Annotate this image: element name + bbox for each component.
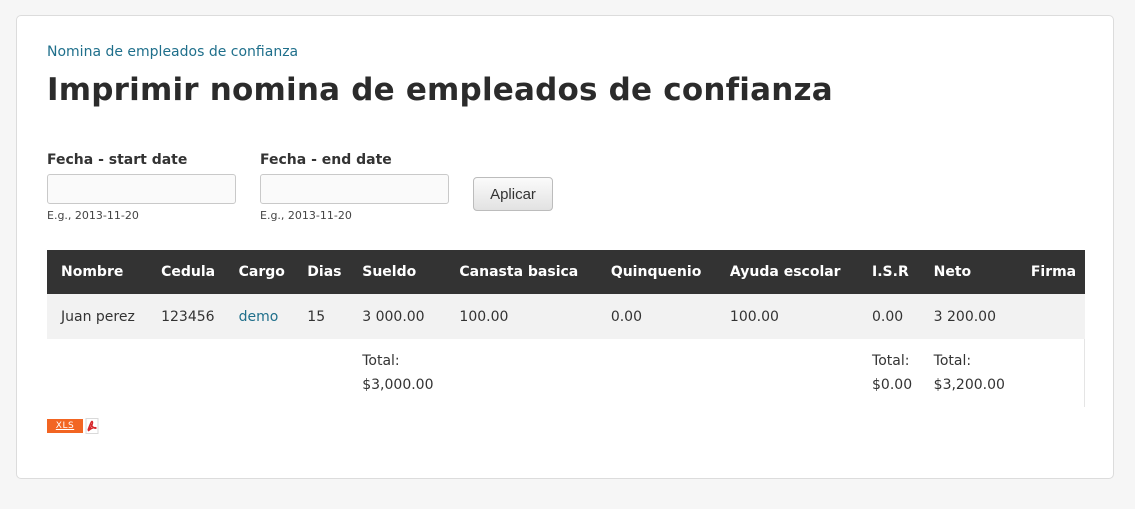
cell-sueldo: 3 000.00 bbox=[362, 308, 425, 325]
column-header-firma[interactable]: Firma bbox=[1017, 250, 1085, 294]
cell-cargo: demo bbox=[225, 294, 294, 339]
start-date-input[interactable] bbox=[47, 174, 236, 204]
start-date-hint: E.g., 2013-11-20 bbox=[47, 209, 139, 222]
cell-cedula: 123456 bbox=[161, 308, 215, 325]
cell-nombre: Juan perez bbox=[61, 308, 135, 325]
total-label: Total: bbox=[933, 353, 972, 369]
total-sueldo: Total: $3,000.00 bbox=[348, 339, 445, 407]
end-date-label: Fecha - end date bbox=[260, 152, 392, 168]
cell-neto: 3 200.00 bbox=[933, 308, 996, 325]
cell-isr: 0.00 bbox=[872, 308, 904, 325]
cell-quinquenio: 0.00 bbox=[610, 308, 642, 325]
column-header-dias[interactable]: Dias bbox=[293, 250, 348, 294]
export-links: XLS bbox=[47, 418, 99, 434]
breadcrumb[interactable]: Nomina de empleados de confianza bbox=[47, 44, 298, 60]
totals-row: Total: $3,000.00 Total: $0.00 Total: $3,200… bbox=[47, 339, 1085, 407]
table-row: Juan perez 123456 demo 15 3 000.00 100.0… bbox=[47, 294, 1085, 339]
column-header-cargo[interactable]: Cargo bbox=[225, 250, 294, 294]
end-date-field: Fecha - end date E.g., 2013-11-20 bbox=[260, 152, 449, 222]
total-sueldo-value: $3,000.00 bbox=[362, 377, 434, 393]
column-header-nombre[interactable]: Nombre bbox=[47, 250, 147, 294]
column-header-isr[interactable]: I.S.R bbox=[858, 250, 920, 294]
column-header-cedula[interactable]: Cedula bbox=[147, 250, 225, 294]
total-label: Total: bbox=[872, 353, 910, 369]
apply-button[interactable]: Aplicar bbox=[473, 177, 553, 211]
xls-export-icon[interactable]: XLS bbox=[47, 419, 83, 433]
cell-firma bbox=[1017, 294, 1085, 339]
total-isr: Total: $0.00 bbox=[858, 339, 920, 407]
column-header-quinquenio[interactable]: Quinquenio bbox=[597, 250, 716, 294]
cargo-link[interactable]: demo bbox=[239, 309, 279, 325]
cell-canasta: 100.00 bbox=[459, 308, 509, 325]
column-header-neto[interactable]: Neto bbox=[920, 250, 1017, 294]
end-date-input[interactable] bbox=[260, 174, 449, 204]
page-title: Imprimir nomina de empleados de confianz… bbox=[47, 72, 833, 108]
table-header-row: Nombre Cedula Cargo Dias Sueldo Canasta … bbox=[47, 250, 1085, 294]
start-date-label: Fecha - start date bbox=[47, 152, 188, 168]
payroll-table: Nombre Cedula Cargo Dias Sueldo Canasta … bbox=[47, 250, 1085, 407]
total-isr-value: $0.00 bbox=[872, 377, 913, 393]
column-header-sueldo[interactable]: Sueldo bbox=[348, 250, 445, 294]
total-label: Total: bbox=[362, 353, 400, 369]
content-card: Nomina de empleados de confianza Imprimi… bbox=[16, 15, 1114, 479]
total-neto: Total: $3,200.00 bbox=[920, 339, 1017, 407]
total-neto-value: $3,200.00 bbox=[933, 377, 1005, 393]
pdf-export-icon[interactable] bbox=[85, 418, 99, 434]
column-header-canasta[interactable]: Canasta basica bbox=[445, 250, 596, 294]
cell-dias: 15 bbox=[307, 308, 326, 325]
start-date-field: Fecha - start date E.g., 2013-11-20 bbox=[47, 152, 236, 222]
column-header-ayuda[interactable]: Ayuda escolar bbox=[716, 250, 858, 294]
cell-ayuda: 100.00 bbox=[729, 308, 779, 325]
end-date-hint: E.g., 2013-11-20 bbox=[260, 209, 352, 222]
